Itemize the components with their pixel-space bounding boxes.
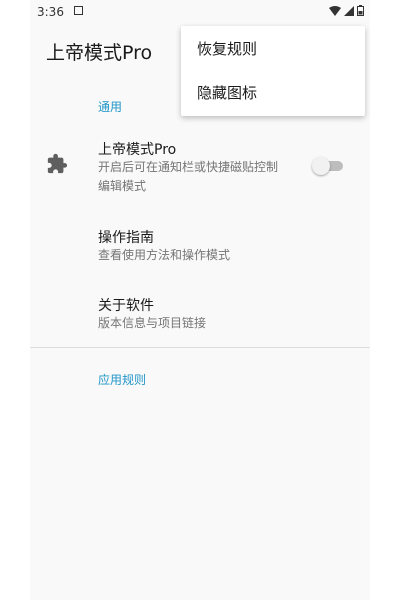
wifi-icon — [329, 5, 341, 16]
section-divider — [30, 347, 370, 348]
status-indicators — [329, 5, 364, 16]
pref-summary: 查看使用方法和操作模式 — [98, 248, 231, 262]
pref-title: 操作指南 — [98, 230, 154, 246]
notification-icon — [74, 6, 83, 15]
section-header-general: 通用 — [98, 100, 123, 114]
pref-summary: 版本信息与项目链接 — [98, 316, 207, 330]
pref-item-godmode[interactable]: 上帝模式Pro 开启后可在通知栏或快捷磁贴控制编辑模式 — [30, 130, 370, 200]
switch-thumb — [312, 157, 330, 175]
pref-summary: 开启后可在通知栏或快捷磁贴控制编辑模式 — [98, 160, 279, 193]
section-header-app-rules: 应用规则 — [98, 373, 147, 387]
menu-item-restore-rules[interactable]: 恢复规则 — [181, 27, 365, 71]
pref-item-about[interactable]: 关于软件 版本信息与项目链接 — [30, 288, 370, 338]
pref-item-guide[interactable]: 操作指南 查看使用方法和操作模式 — [30, 220, 370, 270]
puzzle-icon — [47, 153, 68, 174]
godmode-switch[interactable] — [312, 156, 346, 176]
overflow-menu: 恢复规则 隐藏图标 — [181, 26, 365, 116]
toolbar-title: 上帝模式Pro — [46, 42, 153, 64]
status-time: 3:36 — [37, 5, 64, 19]
pref-title: 关于软件 — [98, 298, 154, 314]
pref-title: 上帝模式Pro — [98, 142, 177, 158]
battery-icon — [357, 5, 364, 16]
status-bar: 3:36 — [30, 0, 370, 24]
menu-item-hide-icon[interactable]: 隐藏图标 — [181, 71, 365, 115]
signal-icon — [344, 5, 354, 16]
